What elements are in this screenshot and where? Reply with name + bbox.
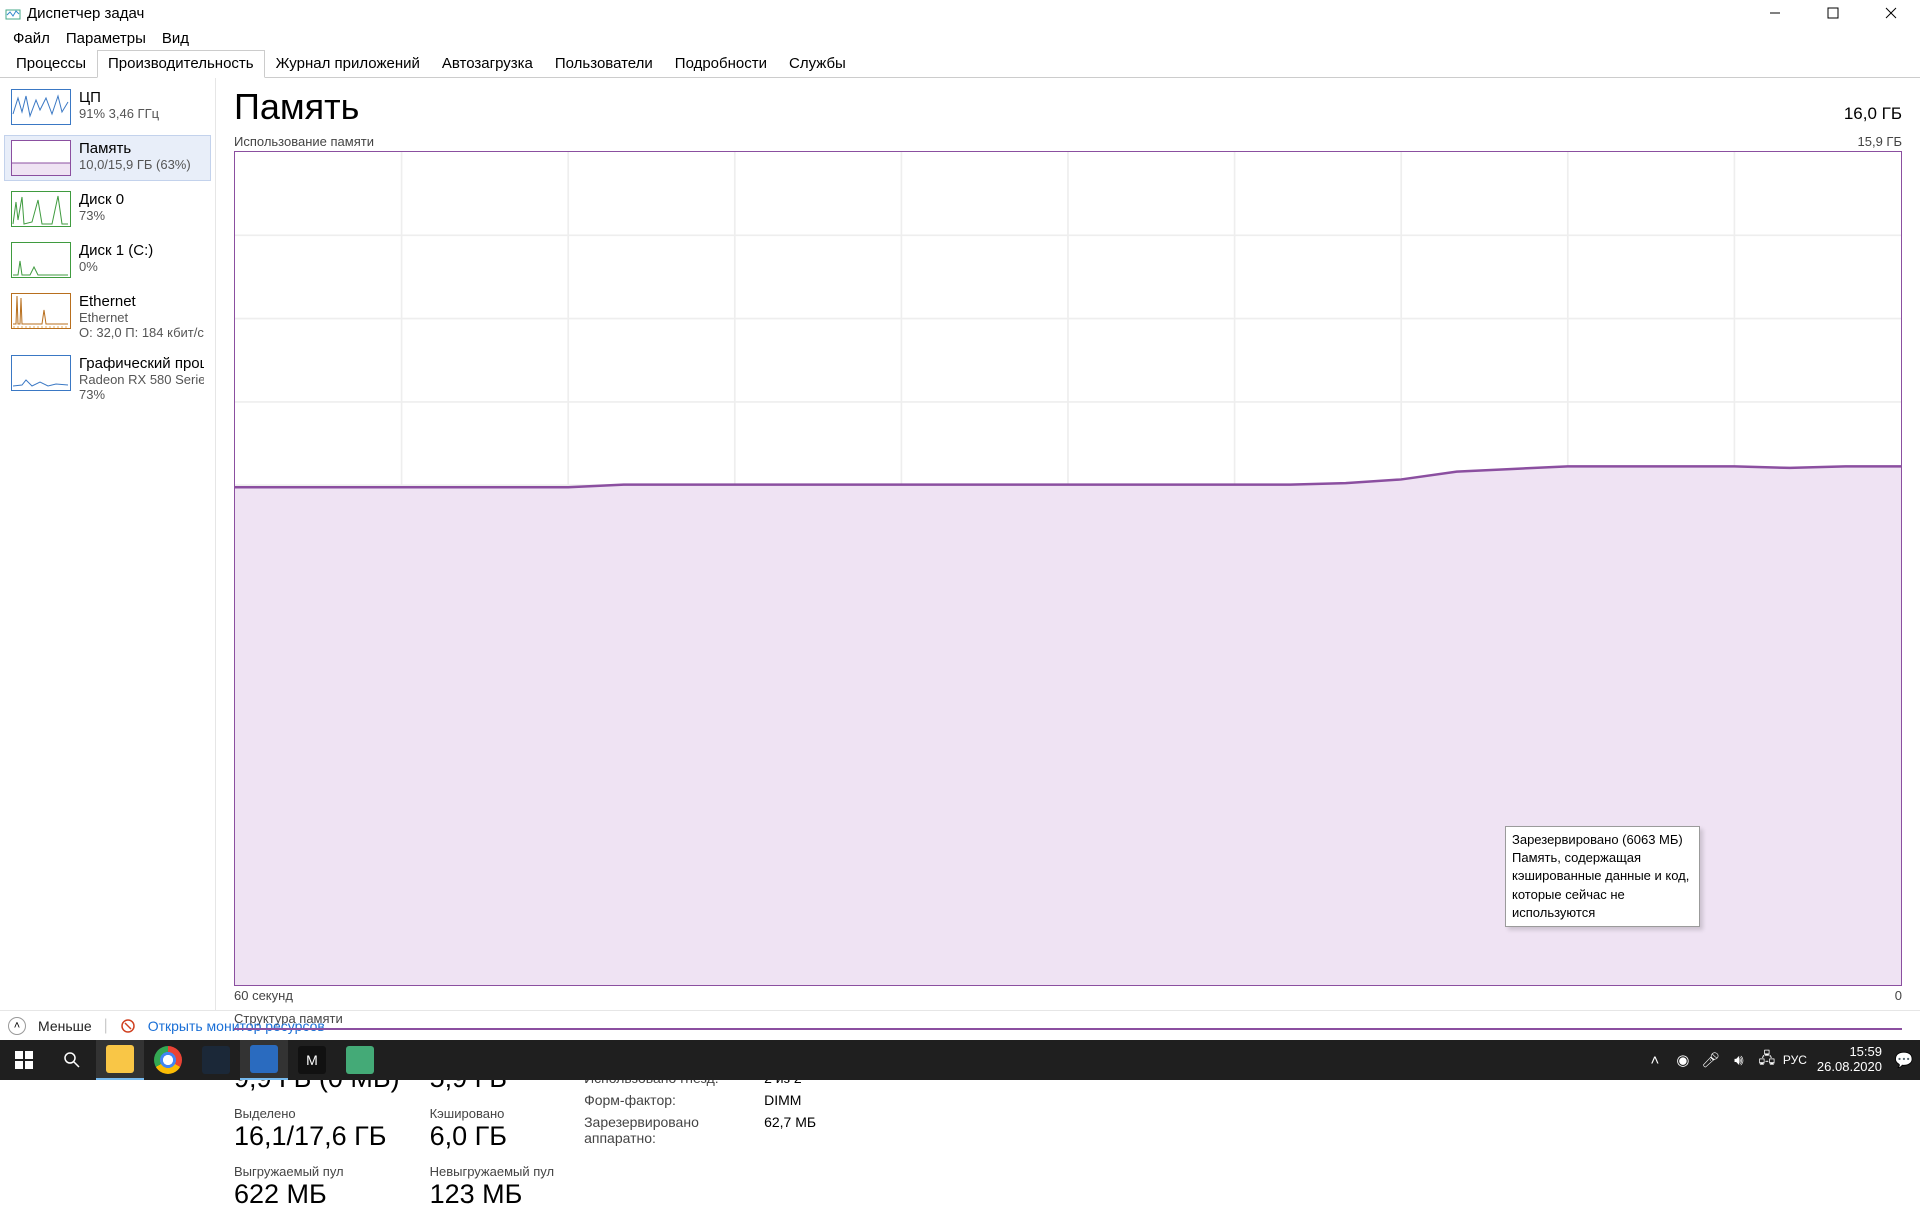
- sidebar-disk1-sub: 0%: [79, 259, 204, 274]
- stat-form-value: DIMM: [764, 1092, 801, 1108]
- tab-processes[interactable]: Процессы: [5, 50, 97, 78]
- menu-bar: Файл Параметры Вид: [0, 26, 1920, 50]
- sidebar-item-disk0[interactable]: Диск 073%: [4, 186, 211, 232]
- tooltip-title: Зарезервировано (6063 МБ): [1512, 831, 1693, 849]
- stat-reserved-label: Зарезервировано аппаратно:: [584, 1114, 764, 1146]
- sidebar-ethernet-sub1: Ethernet: [79, 310, 204, 325]
- window-title: Диспетчер задач: [27, 5, 144, 22]
- tray-network-icon[interactable]: 🖧: [1755, 1048, 1779, 1073]
- disk1-thumb-icon: [11, 242, 71, 278]
- tab-strip: Процессы Производительность Журнал прило…: [0, 50, 1920, 78]
- sidebar-memory-sub: 10,0/15,9 ГБ (63%): [79, 157, 204, 172]
- minimize-button[interactable]: [1746, 0, 1804, 26]
- tab-performance[interactable]: Производительность: [97, 50, 265, 78]
- menu-view[interactable]: Вид: [154, 27, 197, 50]
- tab-users[interactable]: Пользователи: [544, 50, 664, 78]
- app-icon: [5, 5, 21, 21]
- sidebar-item-ethernet[interactable]: EthernetEthernetО: 32,0 П: 184 кбит/с: [4, 288, 211, 345]
- resmon-icon: [120, 1018, 136, 1034]
- tab-app-history[interactable]: Журнал приложений: [265, 50, 431, 78]
- sidebar-cpu-sub: 91% 3,46 ГГц: [79, 106, 204, 121]
- stat-committed-value: 16,1/17,6 ГБ: [234, 1121, 400, 1152]
- tray-chevron-icon[interactable]: ˄: [1643, 1052, 1667, 1069]
- taskbar: M ˄ ◉ 🎤︎ 🔊︎ 🖧 РУС 15:59 26.08.2020 💬: [0, 1040, 1920, 1080]
- memory-total: 16,0 ГБ: [1844, 104, 1902, 124]
- tooltip-body: Память, содержащая кэшированные данные и…: [1512, 849, 1693, 922]
- title-bar-left: Диспетчер задач: [5, 5, 144, 22]
- sidebar-disk0-sub: 73%: [79, 208, 204, 223]
- taskbar-clock[interactable]: 15:59 26.08.2020: [1811, 1045, 1888, 1075]
- sidebar-item-cpu[interactable]: ЦП91% 3,46 ГГц: [4, 84, 211, 130]
- menu-file[interactable]: Файл: [5, 27, 58, 50]
- sidebar-disk0-title: Диск 0: [79, 191, 204, 208]
- performance-sidebar: ЦП91% 3,46 ГГц Память10,0/15,9 ГБ (63%) …: [0, 78, 216, 1010]
- close-button[interactable]: [1862, 0, 1920, 26]
- sidebar-gpu-title: Графический процессор: [79, 355, 204, 372]
- sidebar-item-gpu[interactable]: Графический процессорRadeon RX 580 Serie…: [4, 350, 211, 407]
- sidebar-gpu-sub1: Radeon RX 580 Series: [79, 372, 204, 387]
- tray-lang[interactable]: РУС: [1783, 1053, 1807, 1067]
- stat-cached-value: 6,0 ГБ: [430, 1121, 555, 1152]
- memory-structure-bar[interactable]: [234, 1028, 1902, 1030]
- tray-mic-icon[interactable]: 🎤︎: [1699, 1051, 1723, 1069]
- chart-x-right: 0: [1895, 988, 1902, 1003]
- tab-details[interactable]: Подробности: [664, 50, 778, 78]
- title-bar: Диспетчер задач: [0, 0, 1920, 26]
- page-title: Память: [234, 86, 359, 128]
- sidebar-cpu-title: ЦП: [79, 89, 204, 106]
- sidebar-ethernet-title: Ethernet: [79, 293, 204, 310]
- taskbar-time: 15:59: [1817, 1045, 1882, 1060]
- chart-x-left: 60 секунд: [234, 988, 293, 1003]
- menu-options[interactable]: Параметры: [58, 27, 154, 50]
- tray-notifications-icon[interactable]: 💬: [1892, 1051, 1916, 1069]
- start-button[interactable]: [0, 1040, 48, 1080]
- chart-title: Использование памяти: [234, 134, 374, 149]
- ethernet-thumb-icon: [11, 293, 71, 329]
- stat-paged-label: Выгружаемый пул: [234, 1164, 400, 1179]
- cpu-thumb-icon: [11, 89, 71, 125]
- fewer-details-button[interactable]: Меньше: [38, 1018, 92, 1034]
- tab-startup[interactable]: Автозагрузка: [431, 50, 544, 78]
- stat-reserved-value: 62,7 МБ: [764, 1114, 816, 1146]
- stat-committed-label: Выделено: [234, 1106, 400, 1121]
- sidebar-disk1-title: Диск 1 (C:): [79, 242, 204, 259]
- memory-thumb-icon: [11, 140, 71, 176]
- maximize-button[interactable]: [1804, 0, 1862, 26]
- chart-ymax: 15,9 ГБ: [1858, 134, 1902, 149]
- taskbar-app-explorer[interactable]: [96, 1040, 144, 1080]
- stat-nonpaged-label: Невыгружаемый пул: [430, 1164, 555, 1179]
- memory-tooltip: Зарезервировано (6063 МБ) Память, содерж…: [1505, 826, 1700, 927]
- stat-cached-label: Кэшировано: [430, 1106, 555, 1121]
- stat-nonpaged-value: 123 МБ: [430, 1179, 555, 1210]
- sidebar-item-memory[interactable]: Память10,0/15,9 ГБ (63%): [4, 135, 211, 181]
- sidebar-memory-title: Память: [79, 140, 204, 157]
- tray-discord-icon[interactable]: ◉: [1671, 1051, 1695, 1069]
- window-controls: [1746, 0, 1920, 26]
- chevron-up-icon[interactable]: ˄: [8, 1017, 26, 1035]
- sidebar-ethernet-sub2: О: 32,0 П: 184 кбит/с: [79, 325, 204, 340]
- structure-label: Структура памяти: [234, 1011, 1902, 1026]
- stat-form-label: Форм-фактор:: [584, 1092, 764, 1108]
- search-button[interactable]: [48, 1040, 96, 1080]
- taskbar-app-other2[interactable]: [336, 1040, 384, 1080]
- gpu-thumb-icon: [11, 355, 71, 391]
- taskbar-app-steam[interactable]: [192, 1040, 240, 1080]
- taskbar-date: 26.08.2020: [1817, 1060, 1882, 1075]
- stat-paged-value: 622 МБ: [234, 1179, 400, 1210]
- open-resource-monitor-link[interactable]: Открыть монитор ресурсов: [148, 1018, 325, 1034]
- taskbar-app-taskmgr[interactable]: [240, 1040, 288, 1080]
- taskbar-app-other1[interactable]: M: [288, 1040, 336, 1080]
- sidebar-gpu-sub2: 73%: [79, 387, 204, 402]
- tab-services[interactable]: Службы: [778, 50, 857, 78]
- sidebar-item-disk1[interactable]: Диск 1 (C:)0%: [4, 237, 211, 283]
- disk0-thumb-icon: [11, 191, 71, 227]
- tray-volume-icon[interactable]: 🔊︎: [1727, 1052, 1751, 1069]
- separator: |: [104, 1017, 108, 1035]
- taskbar-app-chrome[interactable]: [144, 1040, 192, 1080]
